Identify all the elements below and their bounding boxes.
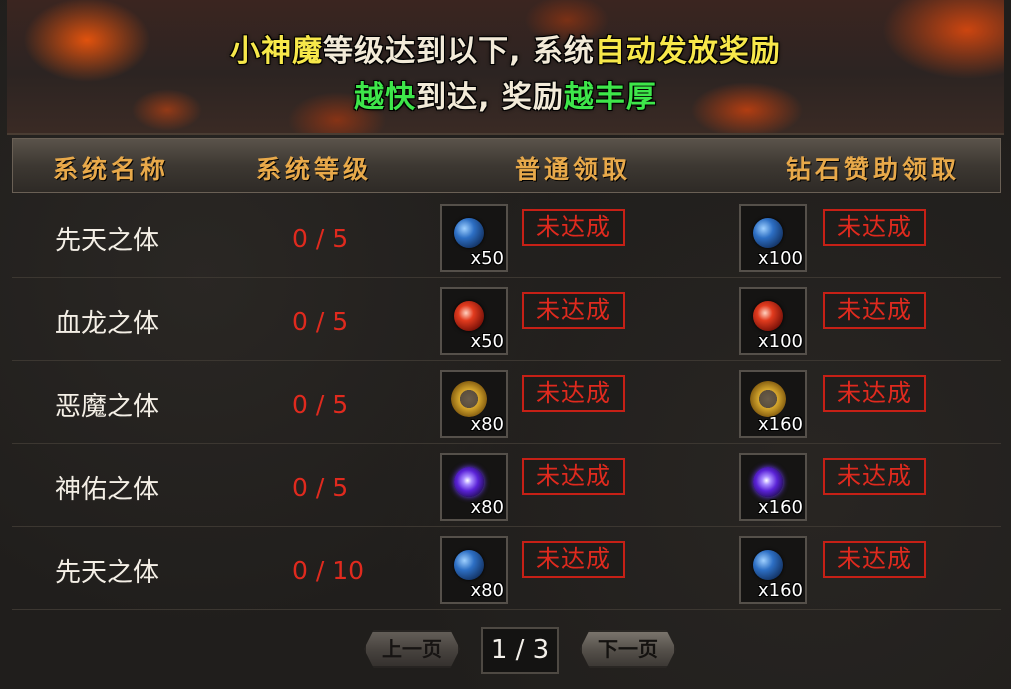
header-normal-claim: 普通领取 bbox=[515, 155, 632, 184]
banner-text: 小神魔 bbox=[230, 34, 324, 69]
gold-emblem-icon bbox=[750, 381, 786, 417]
normal-reward-slot[interactable]: x80 bbox=[440, 536, 508, 604]
normal-status-badge: 未达成 bbox=[522, 458, 625, 495]
diamond-status-badge: 未达成 bbox=[823, 375, 926, 412]
diamond-reward-slot[interactable]: x160 bbox=[739, 536, 807, 604]
normal-reward-slot[interactable]: x80 bbox=[440, 453, 508, 521]
diamond-reward-slot[interactable]: x160 bbox=[739, 370, 807, 438]
banner-text: 到达, 奖励 bbox=[416, 80, 564, 115]
system-name: 先天之体 bbox=[55, 558, 160, 588]
banner: 小神魔等级达到以下, 系统自动发放奖励 越快到达, 奖励越丰厚 bbox=[7, 0, 1004, 135]
normal-reward-slot[interactable]: x50 bbox=[440, 287, 508, 355]
blue-orb-icon bbox=[753, 218, 783, 248]
table-row: 神佑之体 0 / 5 x80 未达成 x160 未达成 bbox=[12, 445, 1001, 527]
banner-line-1: 小神魔等级达到以下, 系统自动发放奖励 bbox=[7, 26, 1004, 70]
system-level-progress: 0 / 10 bbox=[292, 556, 365, 585]
table-row: 血龙之体 0 / 5 x50 未达成 x100 未达成 bbox=[12, 279, 1001, 361]
reward-quantity: x80 bbox=[470, 497, 504, 518]
normal-status-badge: 未达成 bbox=[522, 209, 625, 246]
reward-quantity: x160 bbox=[757, 414, 803, 435]
gold-emblem-icon bbox=[451, 381, 487, 417]
system-name: 神佑之体 bbox=[55, 475, 160, 505]
banner-text: 等级达到以下, 系统 bbox=[323, 34, 595, 69]
system-name: 血龙之体 bbox=[55, 309, 160, 339]
system-name: 先天之体 bbox=[55, 226, 160, 256]
reward-quantity: x160 bbox=[757, 580, 803, 601]
table-row: 先天之体 0 / 5 x50 未达成 x100 未达成 bbox=[12, 196, 1001, 278]
next-page-button[interactable]: 下一页 bbox=[580, 630, 676, 668]
reward-quantity: x80 bbox=[470, 414, 504, 435]
diamond-status-badge: 未达成 bbox=[823, 541, 926, 578]
blue-orb-icon bbox=[753, 550, 783, 580]
red-orb-icon bbox=[454, 301, 484, 331]
table-row: 恶魔之体 0 / 5 x80 未达成 x160 未达成 bbox=[12, 362, 1001, 444]
page-indicator: 1 / 3 bbox=[481, 627, 559, 674]
banner-text: 越快 bbox=[354, 80, 417, 115]
system-level-progress: 0 / 5 bbox=[292, 224, 349, 253]
banner-text: 自动发放奖励 bbox=[594, 34, 781, 69]
header-diamond-claim: 钻石赞助领取 bbox=[786, 155, 961, 184]
reward-quantity: x80 bbox=[470, 580, 504, 601]
system-level-progress: 0 / 5 bbox=[292, 473, 349, 502]
diamond-reward-slot[interactable]: x100 bbox=[739, 287, 807, 355]
diamond-status-badge: 未达成 bbox=[823, 209, 926, 246]
prev-page-button[interactable]: 上一页 bbox=[364, 630, 460, 668]
reward-quantity: x50 bbox=[470, 248, 504, 269]
reward-quantity: x50 bbox=[470, 331, 504, 352]
red-orb-icon bbox=[753, 301, 783, 331]
system-level-progress: 0 / 5 bbox=[292, 390, 349, 419]
normal-status-badge: 未达成 bbox=[522, 292, 625, 329]
blue-orb-icon bbox=[454, 218, 484, 248]
table-header: 系统名称 系统等级 普通领取 钻石赞助领取 bbox=[12, 138, 1001, 193]
reward-panel: 小神魔等级达到以下, 系统自动发放奖励 越快到达, 奖励越丰厚 系统名称 系统等… bbox=[0, 0, 1011, 689]
reward-quantity: x100 bbox=[757, 331, 803, 352]
purple-orb-icon bbox=[454, 467, 484, 497]
system-name: 恶魔之体 bbox=[55, 392, 160, 422]
header-system-name: 系统名称 bbox=[53, 155, 170, 184]
banner-line-2: 越快到达, 奖励越丰厚 bbox=[7, 72, 1004, 116]
diamond-status-badge: 未达成 bbox=[823, 458, 926, 495]
normal-status-badge: 未达成 bbox=[522, 541, 625, 578]
system-level-progress: 0 / 5 bbox=[292, 307, 349, 336]
normal-reward-slot[interactable]: x50 bbox=[440, 204, 508, 272]
normal-reward-slot[interactable]: x80 bbox=[440, 370, 508, 438]
table-row: 先天之体 0 / 10 x80 未达成 x160 未达成 bbox=[12, 528, 1001, 610]
header-system-level: 系统等级 bbox=[256, 155, 373, 184]
normal-status-badge: 未达成 bbox=[522, 375, 625, 412]
blue-orb-icon bbox=[454, 550, 484, 580]
diamond-status-badge: 未达成 bbox=[823, 292, 926, 329]
diamond-reward-slot[interactable]: x100 bbox=[739, 204, 807, 272]
reward-quantity: x100 bbox=[757, 248, 803, 269]
purple-orb-icon bbox=[753, 467, 783, 497]
reward-quantity: x160 bbox=[757, 497, 803, 518]
diamond-reward-slot[interactable]: x160 bbox=[739, 453, 807, 521]
banner-text: 越丰厚 bbox=[563, 80, 657, 115]
